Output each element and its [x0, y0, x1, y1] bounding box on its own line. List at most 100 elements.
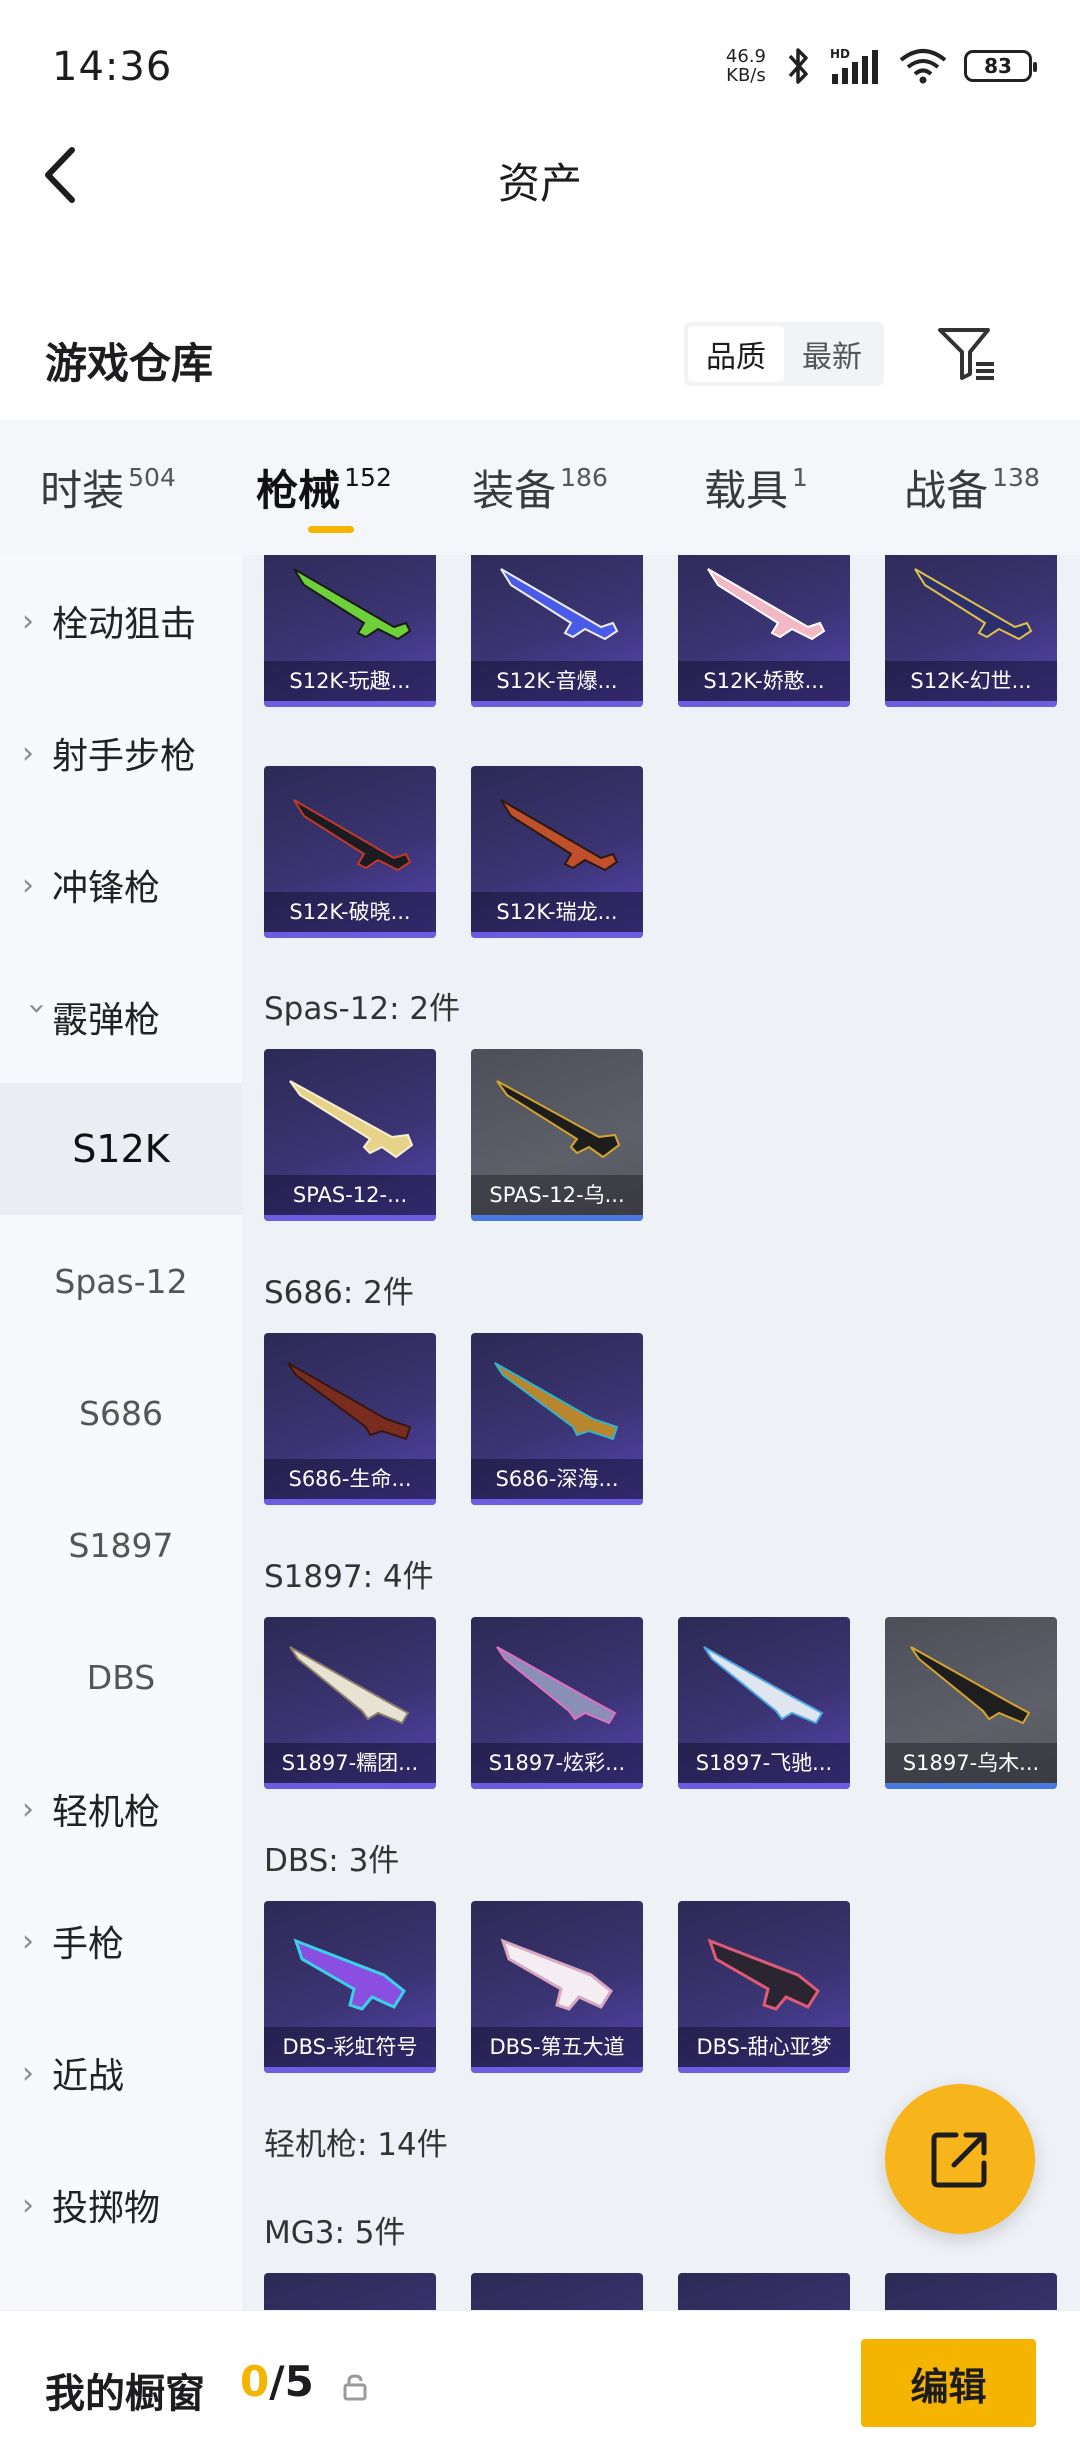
weapon-type-sidebar: › 栓动狙击 › 射手步枪 › 冲锋枪 › 霰弹枪 S12K Spas-12 S… — [0, 555, 242, 2310]
shotgun-icon — [496, 1080, 621, 1159]
tab-fashion[interactable]: 时装 504 — [0, 420, 216, 555]
tab-supplies[interactable]: 战备 138 — [864, 420, 1080, 555]
weapon-card[interactable]: S12K-破晓... — [264, 766, 436, 938]
svg-text:HD: HD — [830, 47, 850, 61]
sidebar-sub-s12k[interactable]: S12K — [0, 1083, 242, 1215]
weapon-card[interactable]: S12K-幻世... — [885, 555, 1057, 707]
group-label-s686: S686: 2件 — [264, 1275, 414, 1311]
chevron-right-icon: › — [22, 2187, 34, 2223]
category-tabs: 时装 504 枪械 152 装备 186 载具 1 战备 138 — [0, 420, 1080, 555]
weapon-card[interactable] — [264, 2273, 436, 2310]
tab-vehicles[interactable]: 载具 1 — [648, 420, 864, 555]
network-speed: 46.9 KB/s — [725, 46, 766, 86]
shotgun-icon — [707, 568, 826, 641]
battery-indicator: 83 — [964, 50, 1037, 82]
sidebar-sub-s686[interactable]: S686 — [0, 1347, 242, 1479]
shotgun-icon — [289, 1646, 410, 1725]
warehouse-title: 游戏仓库 — [45, 339, 214, 388]
grid-row — [264, 2273, 1057, 2310]
signal-icon: HD — [830, 47, 878, 84]
weapon-card[interactable]: S686-生命... — [264, 1333, 436, 1505]
sidebar-sub-dbs[interactable]: DBS — [0, 1611, 242, 1743]
edit-button[interactable]: 编辑 — [861, 2339, 1036, 2427]
weapon-card[interactable]: DBS-第五大道 — [471, 1901, 643, 2073]
grid-row: DBS-彩虹符号 DBS-第五大道 DBS-甜心亚梦 — [264, 1901, 850, 2073]
sort-quality-option[interactable]: 品质 — [688, 326, 784, 382]
shotgun-icon — [707, 1938, 820, 2011]
chevron-right-icon: › — [22, 603, 34, 639]
status-bar: 14:36 46.9 KB/s HD 83 — [0, 0, 1080, 130]
weapon-card[interactable]: S1897-糯团... — [264, 1617, 436, 1789]
group-label-s1897: S1897: 4件 — [264, 1559, 434, 1595]
weapon-card[interactable]: S1897-炫彩... — [471, 1617, 643, 1789]
sidebar-item-melee[interactable]: › 近战 — [0, 2007, 242, 2139]
status-time: 14:36 — [52, 44, 173, 90]
shotgun-icon — [910, 1646, 1031, 1725]
weapon-card[interactable]: S1897-乌木... — [885, 1617, 1057, 1789]
wifi-icon — [899, 49, 947, 84]
shotgun-icon — [289, 1080, 414, 1159]
sort-latest-option[interactable]: 最新 — [784, 326, 880, 382]
grid-row: S1897-糯团... S1897-炫彩... S1897-飞驰... S189… — [264, 1617, 1057, 1789]
sidebar-item-smg[interactable]: › 冲锋枪 — [0, 819, 242, 951]
shotgun-icon — [703, 1646, 824, 1725]
weapon-card[interactable]: DBS-彩虹符号 — [264, 1901, 436, 2073]
filter-icon — [938, 328, 994, 380]
sidebar-sub-spas12[interactable]: Spas-12 — [0, 1215, 242, 1347]
lock-icon — [343, 2374, 367, 2401]
weapon-card[interactable]: SPAS-12-... — [264, 1049, 436, 1221]
showcase-title: 我的橱窗 — [45, 2371, 205, 2417]
tab-equipment[interactable]: 装备 186 — [432, 420, 648, 555]
bluetooth-icon — [788, 48, 808, 84]
sidebar-item-shotgun[interactable]: › 霰弹枪 — [0, 951, 242, 1083]
shotgun-icon — [494, 1362, 619, 1441]
group-label-spas12: Spas-12: 2件 — [264, 991, 461, 1027]
tab-firearms[interactable]: 枪械 152 — [216, 420, 432, 555]
weapon-card[interactable]: S12K-瑞龙... — [471, 766, 643, 938]
weapon-card[interactable] — [885, 2273, 1057, 2310]
grid-row: S12K-破晓... S12K-瑞龙... — [264, 766, 643, 938]
shotgun-icon — [500, 568, 619, 641]
chevron-right-icon: › — [22, 1791, 34, 1827]
weapon-card[interactable]: S12K-娇憨... — [678, 555, 850, 707]
shotgun-icon — [293, 799, 412, 872]
weapon-card[interactable]: S1897-飞驰... — [678, 1617, 850, 1789]
chevron-right-icon: › — [22, 1923, 34, 1959]
chevron-right-icon: › — [22, 2055, 34, 2091]
grid-row: SPAS-12-... SPAS-12-乌... — [264, 1049, 643, 1221]
weapon-card[interactable] — [471, 2273, 643, 2310]
group-label-mg3: MG3: 5件 — [264, 2215, 406, 2251]
grid-row: S12K-玩趣... S12K-音爆... S12K-娇憨... S12K-幻世… — [264, 555, 1057, 707]
showcase-count: 0/5 — [240, 2357, 314, 2406]
status-icons: 46.9 KB/s HD 83 — [725, 46, 1037, 86]
chevron-down-icon: › — [19, 1002, 55, 1014]
weapon-card[interactable] — [678, 2273, 850, 2310]
sidebar-item-pistol[interactable]: › 手枪 — [0, 1875, 242, 2007]
sidebar-item-dmr[interactable]: › 射手步枪 — [0, 687, 242, 819]
shotgun-icon — [496, 1646, 617, 1725]
weapon-grid: S12K-玩趣... S12K-音爆... S12K-娇憨... S12K-幻世… — [242, 555, 1080, 2310]
page-title: 资产 — [497, 159, 582, 208]
filter-button[interactable] — [934, 322, 998, 386]
shotgun-icon — [293, 568, 412, 641]
share-external-icon — [931, 2132, 987, 2188]
shotgun-icon — [293, 1938, 406, 2011]
grid-row: S686-生命... S686-深海... — [264, 1333, 643, 1505]
sidebar-item-bolt-sniper[interactable]: › 栓动狙击 — [0, 555, 242, 687]
shotgun-icon — [500, 799, 619, 872]
share-button[interactable] — [885, 2084, 1035, 2234]
shotgun-icon — [287, 1362, 412, 1441]
weapon-card[interactable]: S12K-音爆... — [471, 555, 643, 707]
sidebar-sub-s1897[interactable]: S1897 — [0, 1479, 242, 1611]
sidebar-item-lmg[interactable]: › 轻机枪 — [0, 1743, 242, 1875]
weapon-card[interactable]: S12K-玩趣... — [264, 555, 436, 707]
weapon-card[interactable]: SPAS-12-乌... — [471, 1049, 643, 1221]
chevron-right-icon: › — [22, 735, 34, 771]
group-label-lmg: 轻机枪: 14件 — [264, 2127, 448, 2163]
weapon-card[interactable]: DBS-甜心亚梦 — [678, 1901, 850, 2073]
sidebar-item-throwables[interactable]: › 投掷物 — [0, 2139, 242, 2271]
shotgun-icon — [914, 568, 1033, 641]
weapon-card[interactable]: S686-深海... — [471, 1333, 643, 1505]
group-label-dbs: DBS: 3件 — [264, 1843, 400, 1879]
shotgun-icon — [500, 1938, 613, 2011]
